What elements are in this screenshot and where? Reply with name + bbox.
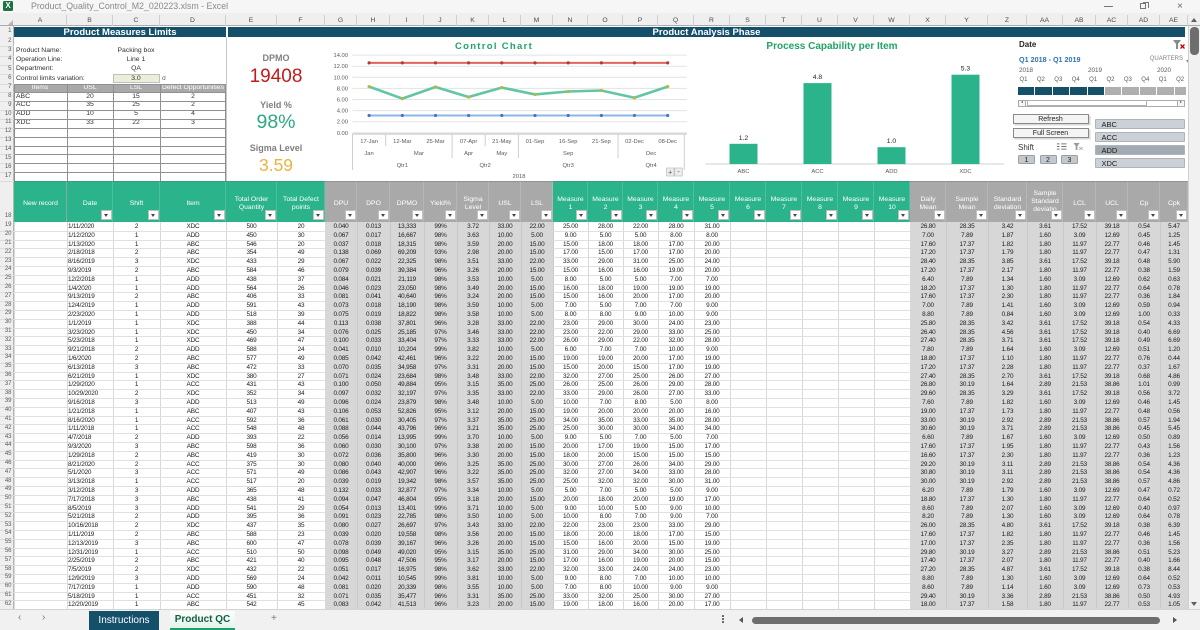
svg-text:01-Sep: 01-Sep [526,139,545,145]
svg-text:XDC: XDC [959,169,971,175]
svg-text:Qtr4: Qtr4 [645,163,657,169]
svg-text:12-Mar: 12-Mar [393,139,411,145]
svg-text:17-Jan: 17-Jan [360,139,378,145]
svg-text:6.00: 6.00 [337,98,348,104]
svg-text:ACC: ACC [811,169,823,175]
svg-text:8.00: 8.00 [337,86,348,92]
svg-text:Process Capability per Item: Process Capability per Item [766,41,897,52]
svg-text:02-Dec: 02-Dec [625,139,644,145]
svg-text:10.00: 10.00 [333,75,348,81]
svg-text:Mar: Mar [414,151,424,157]
svg-text:ADD: ADD [885,169,897,175]
svg-text:0.00: 0.00 [337,131,348,137]
svg-text:Sep: Sep [563,151,573,157]
svg-text:ABC: ABC [738,169,750,175]
svg-text:2.00: 2.00 [337,120,348,126]
svg-text:May: May [496,151,507,157]
svg-text:12.00: 12.00 [333,64,348,70]
svg-text:21-Sep: 21-Sep [592,139,611,145]
svg-text:21-May: 21-May [492,139,511,145]
svg-text:Apr: Apr [464,151,473,157]
svg-text:5.3: 5.3 [961,66,971,73]
svg-text:Qtr1: Qtr1 [397,163,408,169]
svg-text:Qtr3: Qtr3 [563,163,574,169]
svg-text:14.00: 14.00 [333,53,348,59]
svg-text:07-Apr: 07-Apr [460,139,477,145]
svg-text:2018: 2018 [513,174,526,180]
svg-text:08-Dec: 08-Dec [658,139,677,145]
svg-text:25-Mar: 25-Mar [426,139,444,145]
svg-text:1.0: 1.0 [887,138,897,145]
svg-text:4.8: 4.8 [813,74,823,81]
svg-text:Dec: Dec [646,151,656,157]
svg-text:Qtr2: Qtr2 [480,163,491,169]
svg-text:4.00: 4.00 [337,109,348,115]
svg-text:Control Chart: Control Chart [455,41,533,52]
svg-text:1.2: 1.2 [739,135,749,142]
svg-text:16-Sep: 16-Sep [559,139,578,145]
svg-text:Jan: Jan [364,151,373,157]
svg-text:+: + [668,170,672,177]
